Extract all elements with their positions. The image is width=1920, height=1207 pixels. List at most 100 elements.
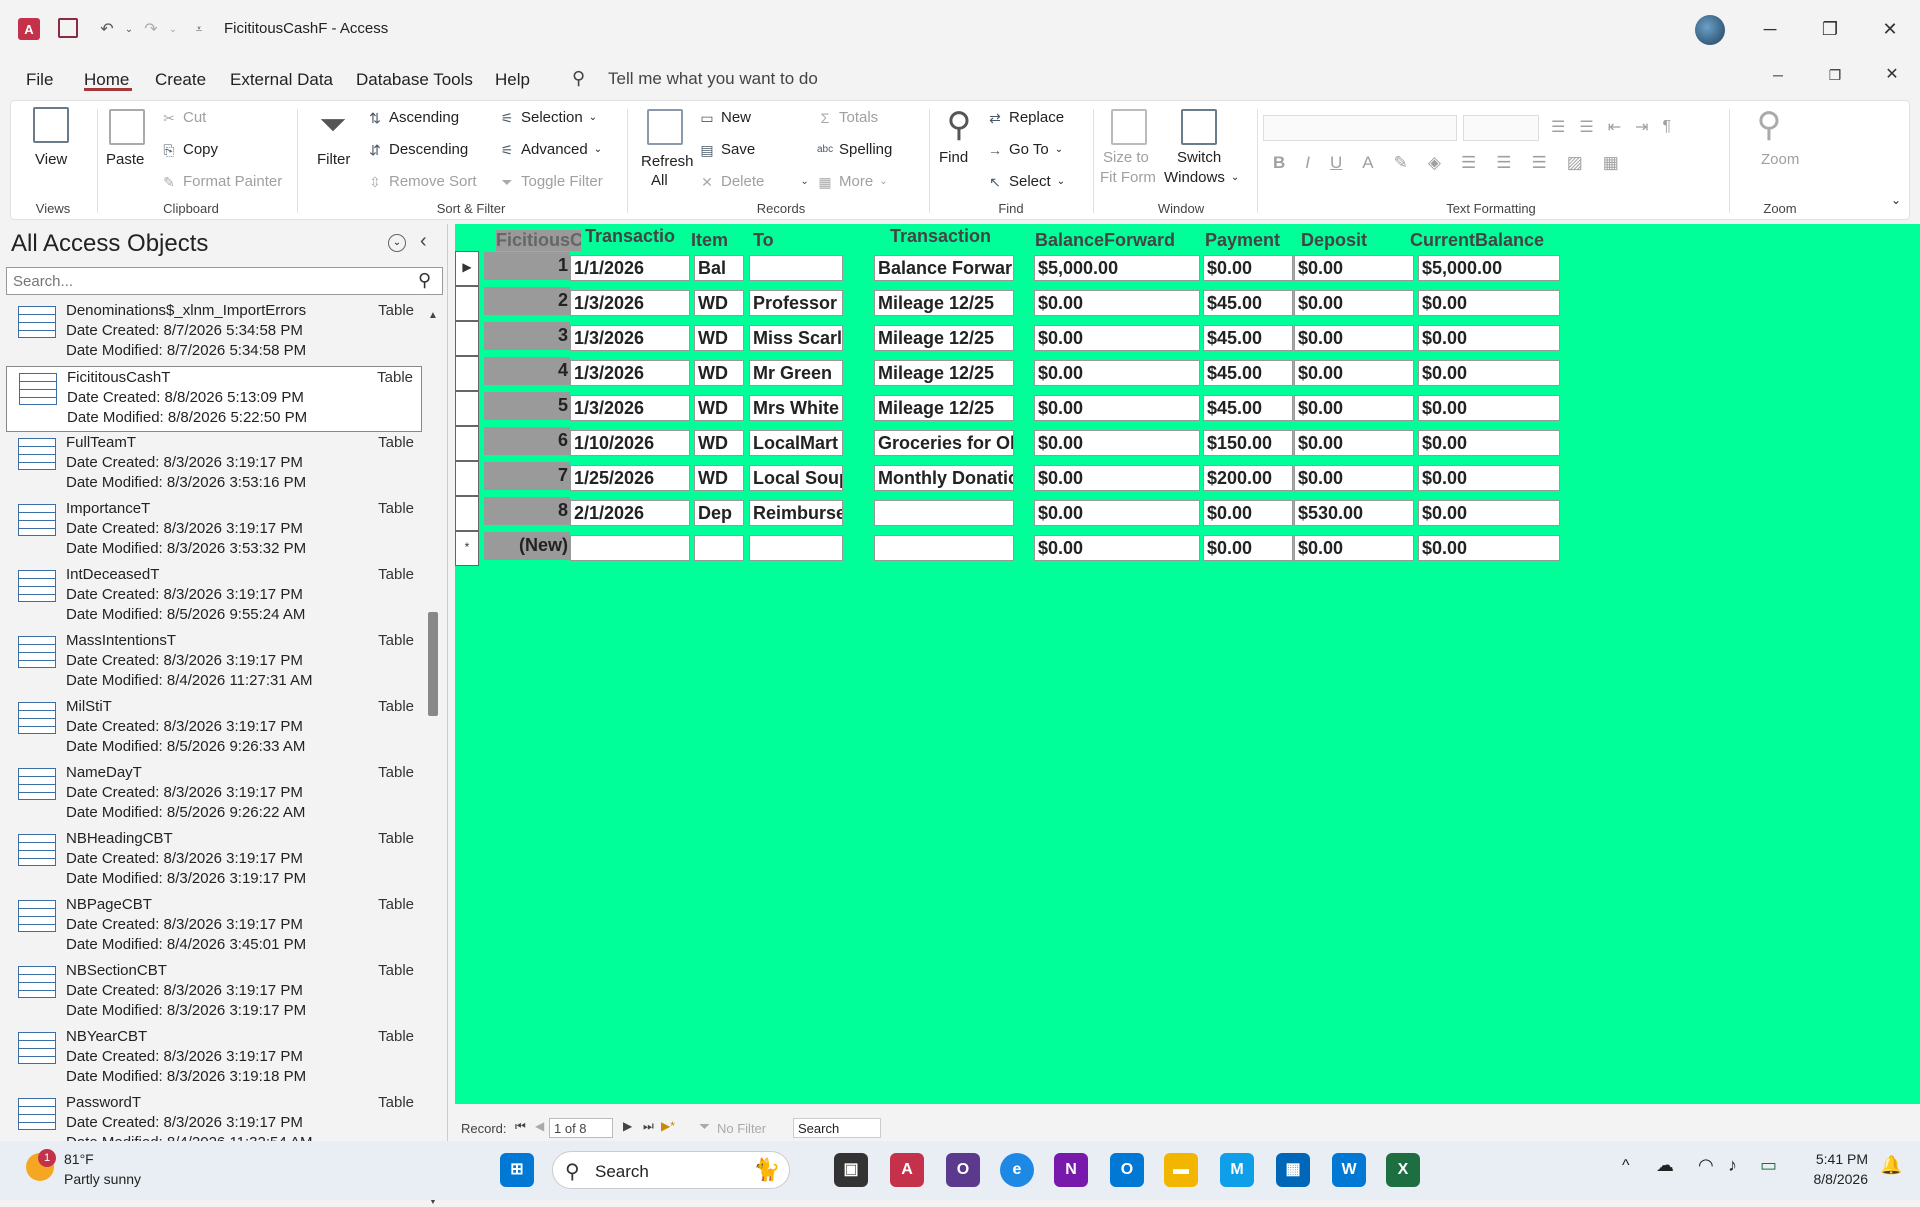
cut-button[interactable]: ✂ Cut [161,109,206,126]
field-cell[interactable]: 1/3/2026 [570,360,690,386]
field-cell[interactable] [749,255,843,281]
nav-collapse-icon[interactable]: ‹ [420,230,427,253]
task-view-icon[interactable]: ▣ [834,1153,868,1187]
field-cell[interactable]: WD [694,465,744,491]
field-cell[interactable]: Professor P [749,290,843,316]
store-icon[interactable]: ▦ [1276,1153,1310,1187]
field-cell[interactable]: Groceries for Ol [874,430,1014,456]
field-cell[interactable]: 1/10/2026 [570,430,690,456]
field-cell[interactable]: $0.00 [1203,255,1293,281]
minimize-icon[interactable]: ─ [1750,14,1790,44]
field-cell[interactable]: $0.00 [1034,465,1200,491]
nav-object-item[interactable]: NBHeadingCBT Table Date Created: 8/3/2026 … [6,828,422,894]
switch-windows-label1[interactable]: Switch [1177,149,1221,166]
save-icon[interactable] [58,18,78,38]
nav-scrollbar-thumb[interactable] [428,612,438,716]
field-cell[interactable]: $0.00 [1294,395,1414,421]
record-search-box[interactable]: Search [793,1118,881,1138]
record-selector[interactable] [455,391,479,426]
nav-object-item[interactable]: IntDeceasedT Table Date Created: 8/3/2026 … [6,564,422,630]
field-cell[interactable]: $0.00 [1418,395,1560,421]
field-cell[interactable]: $0.00 [1294,535,1414,561]
field-cell[interactable]: $0.00 [1034,500,1200,526]
field-cell[interactable]: $0.00 [1034,290,1200,316]
field-cell[interactable]: $0.00 [1203,535,1293,561]
field-cell[interactable]: $0.00 [1294,325,1414,351]
field-cell[interactable] [874,500,1014,526]
descending-button[interactable]: ⇵ Descending [367,141,468,158]
record-selector[interactable]: * [455,531,479,566]
wifi-icon[interactable]: ◠ [1698,1155,1714,1176]
field-cell[interactable]: $150.00 [1203,430,1293,456]
size-to-fit-icon[interactable] [1111,109,1147,145]
font-name-box[interactable] [1263,115,1457,141]
record-selector[interactable] [455,461,479,496]
field-cell[interactable]: $0.00 [1034,325,1200,351]
record-selector[interactable] [455,286,479,321]
field-cell[interactable]: 1/1/2026 [570,255,690,281]
goto-button[interactable]: → Go To ⌄ [987,141,1063,158]
onenote-app-icon[interactable]: O [946,1153,980,1187]
replace-button[interactable]: ⇄ Replace [987,109,1064,126]
field-cell[interactable] [570,535,690,561]
nav-menu-dropdown-icon[interactable]: ⌄ [388,234,406,252]
tab-external-data[interactable]: External Data [230,70,333,90]
view-icon[interactable] [33,107,69,143]
taskbar-search[interactable]: ⚲ Search 🐈 [552,1151,790,1189]
id-cell[interactable]: (New) [484,532,570,560]
avatar[interactable] [1695,15,1725,45]
field-cell[interactable]: Bal [694,255,744,281]
advanced-button[interactable]: ⚟ Advanced ⌄ [499,141,602,158]
selection-button[interactable]: ⚟ Selection ⌄ [499,109,597,126]
nav-scrollbar[interactable]: ▲ ▼ [426,304,442,1207]
list-indent-controls[interactable]: ☰ ☰ ⇤ ⇥ ¶ [1551,117,1671,137]
filter-icon[interactable]: ⏷ [315,107,351,143]
field-cell[interactable]: Balance Forwar [874,255,1014,281]
nav-object-item[interactable]: ImportanceT Table Date Created: 8/3/2026 3… [6,498,422,564]
field-cell[interactable]: Mileage 12/25 [874,360,1014,386]
tab-file[interactable]: File [26,70,53,90]
font-size-box[interactable] [1463,115,1539,141]
volume-icon[interactable]: ♪ [1728,1155,1737,1176]
field-cell[interactable]: $45.00 [1203,360,1293,386]
record-selector[interactable] [455,321,479,356]
field-cell[interactable]: WD [694,395,744,421]
field-cell[interactable]: Mrs White [749,395,843,421]
onedrive-icon[interactable]: ☁ [1656,1155,1674,1176]
field-cell[interactable]: $45.00 [1203,395,1293,421]
notifications-icon[interactable]: 🔔 [1880,1155,1902,1176]
refresh-button[interactable]: Refresh [641,153,694,170]
find-button[interactable]: Find [939,149,968,166]
save-record-button[interactable]: ▤ Save [699,141,755,158]
excel-icon[interactable]: X [1386,1153,1420,1187]
undo-dropdown-icon[interactable]: ⌄ [118,18,140,40]
field-cell[interactable]: $0.00 [1294,465,1414,491]
clock-date[interactable]: 8/8/2026 [1796,1171,1869,1187]
nav-object-item[interactable]: FullTeamT Table Date Created: 8/3/2026 3:1… [6,432,422,498]
m365-icon[interactable]: M [1220,1153,1254,1187]
field-cell[interactable]: Dep [694,500,744,526]
field-cell[interactable]: $0.00 [1034,360,1200,386]
field-cell[interactable]: 1/3/2026 [570,290,690,316]
nav-object-item[interactable]: Denominations$_xlnm_ImportErrors Table Dat… [6,300,422,366]
nav-object-item[interactable]: MilStiT Table Date Created: 8/3/2026 3:19:… [6,696,422,762]
field-cell[interactable]: $45.00 [1203,325,1293,351]
ascending-button[interactable]: ⇅ Ascending [367,109,459,126]
id-cell[interactable]: 8 [484,497,570,525]
record-selector[interactable] [455,496,479,531]
outlook-icon[interactable]: O [1110,1153,1144,1187]
field-cell[interactable]: $530.00 [1294,500,1414,526]
delete-record-button[interactable]: ✕ Delete ⌄ [699,173,809,190]
zoom-button[interactable]: Zoom [1761,151,1799,168]
field-cell[interactable]: $0.00 [1294,255,1414,281]
ribbon-minimize-icon[interactable]: ─ [1758,60,1798,90]
last-record-icon[interactable]: ⏭ [643,1119,654,1134]
onenote-icon[interactable]: N [1054,1153,1088,1187]
prev-record-icon[interactable]: ◀ [535,1119,544,1133]
field-cell[interactable]: Mileage 12/25 [874,395,1014,421]
field-cell[interactable]: WD [694,290,744,316]
battery-icon[interactable]: ▭ [1760,1155,1777,1176]
field-cell[interactable]: $5,000.00 [1034,255,1200,281]
weather-temp[interactable]: 81°F [64,1151,94,1167]
id-cell[interactable]: 4 [484,357,570,385]
